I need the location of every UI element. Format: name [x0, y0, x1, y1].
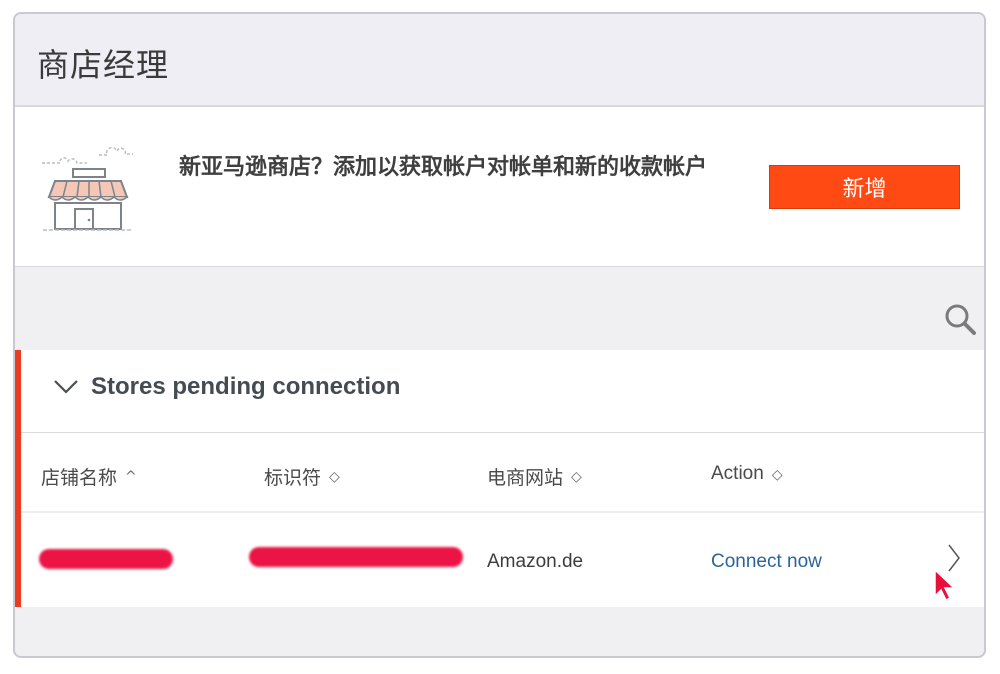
new-store-banner: 新亚马逊商店？添加以获取帐户对帐单和新的收款帐户 新增 — [15, 107, 984, 267]
storefront-icon — [42, 146, 133, 231]
section-header[interactable]: Stores pending connection — [21, 350, 984, 433]
column-label: 电商网站 — [487, 467, 564, 489]
pending-stores-section: Stores pending connection 店铺名称 ^ 标识符 ◇ 电… — [15, 350, 984, 607]
marketplace-cell: Amazon.de — [487, 551, 584, 572]
column-label: Action — [711, 463, 764, 484]
table-header: 店铺名称 ^ 标识符 ◇ 电商网站 ◇ Action ◇ — [21, 433, 984, 513]
column-header-store-name[interactable]: 店铺名称 ^ — [41, 463, 137, 490]
add-store-button[interactable]: 新增 — [769, 165, 960, 209]
page-header: 商店经理 — [15, 14, 984, 107]
chevron-down-icon[interactable] — [53, 376, 79, 396]
page-title: 商店经理 — [37, 46, 170, 84]
store-manager-panel: 商店经理 新亚马逊商店？添加以获取帐户对帐单和新的收款帐户 新增 Stores … — [13, 12, 986, 658]
column-header-marketplace[interactable]: 电商网站 ◇ — [487, 463, 582, 490]
section-title: Stores pending connection — [91, 373, 401, 400]
table-row[interactable]: Amazon.de Connect now — [21, 513, 984, 605]
sort-icon: ◇ — [329, 468, 340, 485]
banner-message: 新亚马逊商店？添加以获取帐户对帐单和新的收款帐户 — [179, 155, 708, 180]
column-header-identifier[interactable]: 标识符 ◇ — [264, 463, 340, 490]
redacted-store-name — [39, 549, 173, 569]
sort-ascending-icon: ^ — [125, 468, 137, 485]
sort-icon: ◇ — [571, 468, 582, 485]
column-header-action[interactable]: Action ◇ — [711, 463, 783, 485]
mouse-cursor-icon — [934, 568, 956, 602]
column-label: 标识符 — [264, 467, 322, 489]
connect-now-link[interactable]: Connect now — [711, 551, 822, 573]
column-label: 店铺名称 — [41, 467, 118, 489]
redacted-identifier — [249, 547, 463, 567]
sort-icon: ◇ — [771, 465, 783, 482]
search-icon[interactable] — [943, 302, 977, 336]
